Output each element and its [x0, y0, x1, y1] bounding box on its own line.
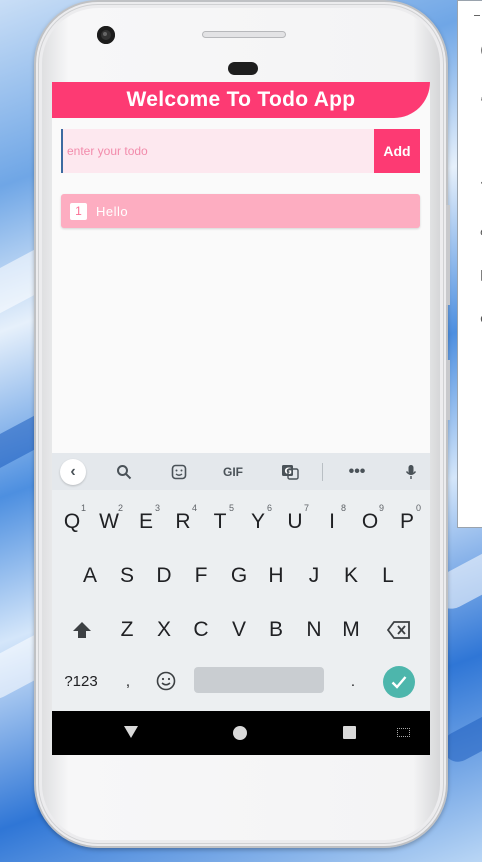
backspace-key[interactable] — [381, 610, 417, 650]
phone-screen: Welcome To Todo App Add 1 Hello ‹ GIF G … — [52, 82, 430, 755]
navigation-bar — [52, 711, 430, 755]
translate-icon[interactable]: G — [279, 461, 301, 483]
checkmark-icon — [391, 676, 407, 689]
todo-input-row: Add — [61, 129, 420, 173]
key-x[interactable]: X — [146, 610, 182, 650]
earpiece-speaker — [202, 31, 286, 38]
key-g[interactable]: G — [221, 556, 257, 596]
volume-button[interactable] — [446, 205, 450, 305]
key-y[interactable]: Y6 — [240, 502, 276, 542]
emoji-icon — [156, 671, 176, 691]
key-c[interactable]: C — [183, 610, 219, 650]
shift-icon — [73, 622, 91, 638]
keyboard-switch-icon[interactable] — [397, 728, 410, 737]
minimize-icon[interactable] — [474, 15, 480, 16]
item-text: Hello — [96, 203, 129, 219]
back-icon[interactable] — [124, 726, 138, 738]
key-i[interactable]: I8 — [314, 502, 350, 542]
key-d[interactable]: D — [146, 556, 182, 596]
emoji-key[interactable] — [148, 661, 184, 701]
item-number-badge: 1 — [70, 202, 87, 220]
toolbar-divider — [322, 463, 323, 481]
key-a[interactable]: A — [72, 556, 108, 596]
home-icon[interactable] — [233, 726, 247, 740]
more-icon[interactable]: ••• — [346, 461, 368, 483]
backspace-icon — [387, 621, 410, 639]
period-key[interactable]: . — [335, 661, 371, 701]
sticker-icon[interactable] — [168, 461, 190, 483]
space-key[interactable] — [194, 667, 324, 693]
app-bar: Welcome To Todo App — [52, 82, 430, 118]
list-item[interactable]: 1 Hello — [61, 194, 420, 228]
key-h[interactable]: H — [258, 556, 294, 596]
chevron-left-icon[interactable]: ‹ — [60, 459, 86, 485]
gif-icon[interactable]: GIF — [218, 461, 248, 483]
key-b[interactable]: B — [258, 610, 294, 650]
key-n[interactable]: N — [296, 610, 332, 650]
symbols-key[interactable]: ?123 — [58, 661, 104, 701]
recents-icon[interactable] — [343, 726, 356, 739]
key-p[interactable]: P0 — [389, 502, 425, 542]
search-icon[interactable] — [113, 461, 135, 483]
page-title: Welcome To Todo App — [126, 88, 356, 111]
key-o[interactable]: O9 — [352, 502, 388, 542]
enter-key[interactable] — [383, 666, 415, 698]
power-button[interactable] — [446, 360, 450, 420]
key-t[interactable]: T5 — [202, 502, 238, 542]
background-window[interactable]: ( , ‹ ∂ ▯ ċ — [457, 0, 482, 528]
comma-key[interactable]: , — [110, 661, 146, 701]
key-v[interactable]: V — [221, 610, 257, 650]
keyboard-toolbar: ‹ GIF G ••• — [52, 453, 430, 490]
add-button[interactable]: Add — [374, 129, 420, 173]
key-u[interactable]: U7 — [277, 502, 313, 542]
key-q[interactable]: Q1 — [54, 502, 90, 542]
key-j[interactable]: J — [296, 556, 332, 596]
key-m[interactable]: M — [333, 610, 369, 650]
key-f[interactable]: F — [183, 556, 219, 596]
front-camera — [97, 26, 115, 44]
key-s[interactable]: S — [109, 556, 145, 596]
todo-input[interactable] — [61, 129, 374, 173]
key-z[interactable]: Z — [109, 610, 145, 650]
key-w[interactable]: W2 — [91, 502, 127, 542]
key-l[interactable]: L — [370, 556, 406, 596]
on-screen-keyboard: ‹ GIF G ••• Q1 W2 E3 R4 T5 Y6 U7 I8 O9 P… — [52, 453, 430, 711]
shift-key[interactable] — [64, 610, 100, 650]
proximity-sensor — [228, 62, 258, 75]
mic-icon[interactable] — [400, 461, 422, 483]
key-r[interactable]: R4 — [165, 502, 201, 542]
key-e[interactable]: E3 — [128, 502, 164, 542]
key-k[interactable]: K — [333, 556, 369, 596]
